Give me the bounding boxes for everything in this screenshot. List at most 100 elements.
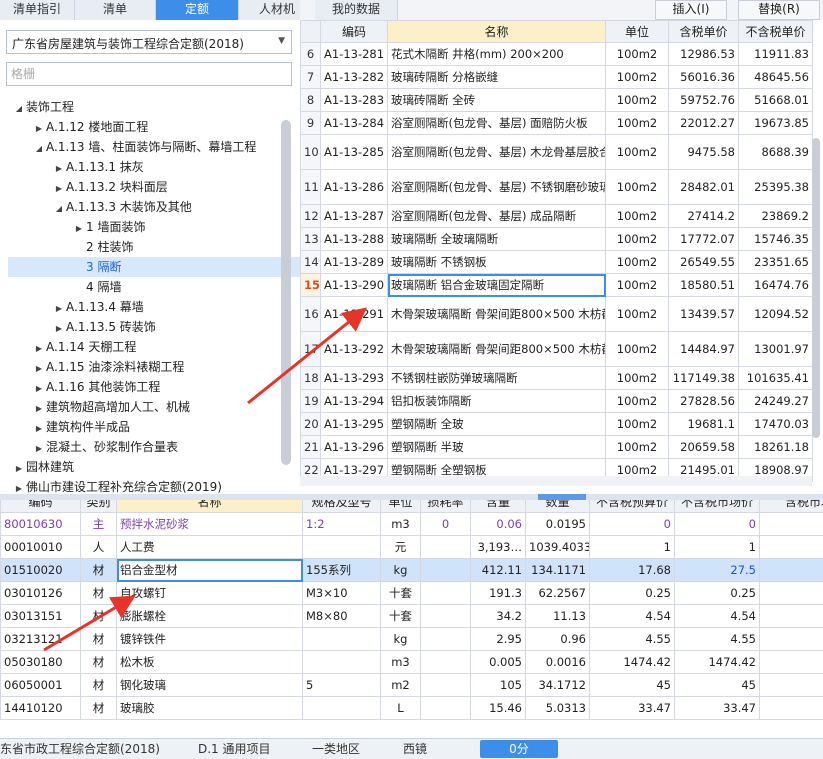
res-header-tax-market[interactable]: 含税市场价 bbox=[760, 500, 823, 513]
res-header-unit[interactable]: 单位 bbox=[381, 500, 421, 513]
replace-button[interactable]: 替换(R) bbox=[738, 0, 820, 20]
quota-row[interactable]: 9A1-13-284浴室厕隔断(包龙骨、基层) 面赔防火板100m222012.… bbox=[301, 112, 813, 135]
quota-row[interactable]: 19A1-13-294铝扣板装饰隔断100m227828.5624249.27 bbox=[301, 390, 813, 413]
tree-node-label: 4 隔墙 bbox=[86, 280, 121, 294]
chevron-down-icon[interactable]: ▼ bbox=[278, 36, 285, 46]
res-header-market[interactable]: 不含税市场价 bbox=[675, 500, 760, 513]
quota-row[interactable]: 17A1-13-292木骨架玻璃隔断 骨架间距800×500 木枋截面45×32… bbox=[301, 332, 813, 367]
price-with-tax: 27828.56 bbox=[669, 390, 739, 413]
tree-node[interactable]: 3 隔断 bbox=[8, 257, 342, 277]
tree-node[interactable]: ▶A.1.13.5 砖装饰 bbox=[52, 317, 156, 337]
search-input[interactable] bbox=[6, 62, 292, 86]
header-unit[interactable]: 单位 bbox=[606, 21, 669, 43]
expand-icon[interactable]: ▶ bbox=[32, 439, 46, 459]
res-header-name[interactable]: 名称 bbox=[117, 500, 303, 513]
resource-market: 33.47 bbox=[675, 697, 760, 720]
expand-icon[interactable]: ▶ bbox=[72, 219, 86, 239]
tree-node[interactable]: ▶A.1.15 油漆涂料裱糊工程 bbox=[32, 357, 184, 377]
tab-quota[interactable]: 定额 bbox=[156, 0, 239, 20]
tree-node[interactable]: 2 柱装饰 bbox=[72, 237, 133, 257]
header-price-without-tax[interactable]: 不含税单价 bbox=[739, 21, 813, 43]
res-header-loss[interactable]: 损耗率 bbox=[421, 500, 471, 513]
tree-node[interactable]: ▶A.1.13.2 块料面层 bbox=[52, 177, 168, 197]
resource-row[interactable]: 05030180材松木板m30.0050.00161474.421474.421… bbox=[1, 651, 823, 674]
collapse-icon[interactable]: ◢ bbox=[32, 139, 46, 159]
tree-node[interactable]: ▶A.1.13.1 抹灰 bbox=[52, 157, 144, 177]
expand-icon[interactable]: ▶ bbox=[32, 419, 46, 439]
quota-row[interactable]: 15A1-13-290玻璃隔断 铝合金玻璃固定隔断100m218580.5116… bbox=[301, 274, 813, 297]
tree-node[interactable]: ▶A.1.14 天棚工程 bbox=[32, 337, 136, 357]
tab-bill[interactable]: 清单 bbox=[75, 0, 156, 20]
res-header-category[interactable]: 类别 bbox=[81, 500, 117, 513]
resource-row[interactable]: 01510020材铝合金型材155系列kg412.11134.117117.68… bbox=[1, 559, 823, 582]
quota-row[interactable]: 16A1-13-291木骨架玻璃隔断 骨架间距800×500 木枋截面45×60… bbox=[301, 297, 813, 332]
quota-row[interactable]: 6A1-13-281花式木隔断 井格(mm) 200×200100m212986… bbox=[301, 43, 813, 66]
tree-node-label: A.1.13.3 木装饰及其他 bbox=[66, 200, 192, 214]
quota-row[interactable]: 10A1-13-285浴室厕隔断(包龙骨、基层) 木龙骨基层胶合板板面100m2… bbox=[301, 135, 813, 170]
tree-node[interactable]: ▶A.1.16 其他装饰工程 bbox=[32, 377, 160, 397]
res-header-qty[interactable]: 含量 bbox=[471, 500, 526, 513]
res-header-spec[interactable]: 规格及型号 bbox=[303, 500, 381, 513]
res-header-amount[interactable]: 数量 bbox=[526, 500, 590, 513]
expand-icon[interactable]: ▶ bbox=[52, 159, 66, 179]
tree-node[interactable]: ▶A.1.13.4 幕墙 bbox=[52, 297, 144, 317]
expand-icon[interactable]: ▶ bbox=[52, 179, 66, 199]
tree-node[interactable]: ▶建筑物超高增加人工、机械 bbox=[32, 397, 190, 417]
quota-row[interactable]: 18A1-13-293不锈钢柱嵌防弹玻璃隔断100m2117149.381016… bbox=[301, 367, 813, 390]
resource-unit: kg bbox=[381, 559, 421, 582]
resource-name: 松木板 bbox=[117, 651, 303, 674]
resource-row[interactable]: 03013151材膨胀螺栓M8×80十套34.211.134.544.545 bbox=[1, 605, 823, 628]
expand-icon[interactable]: ▶ bbox=[32, 119, 46, 139]
tree-node[interactable]: ▶1 墙面装饰 bbox=[72, 217, 145, 237]
insert-button[interactable]: 插入(I) bbox=[655, 0, 727, 20]
quota-row[interactable]: 13A1-13-288玻璃隔断 全玻璃隔断100m217772.0715746.… bbox=[301, 228, 813, 251]
tab-bill-guide[interactable]: 清单指引 bbox=[0, 0, 75, 20]
header-price-with-tax[interactable]: 含税单价 bbox=[669, 21, 739, 43]
resource-row[interactable]: 06050001材钢化玻璃5m210534.1712454552 bbox=[1, 674, 823, 697]
expand-icon[interactable]: ▶ bbox=[52, 299, 66, 319]
collapse-icon[interactable]: ◢ bbox=[52, 199, 66, 219]
resource-row[interactable]: 14410120材玻璃胶L15.465.031333.4733.47 bbox=[1, 697, 823, 720]
expand-icon[interactable]: ▶ bbox=[52, 319, 66, 339]
tab-my-data[interactable]: 我的数据 bbox=[315, 0, 398, 20]
tree-node[interactable]: ▶建筑构件半成品 bbox=[32, 417, 130, 437]
resource-name[interactable]: 铝合金型材 bbox=[117, 559, 303, 582]
tree-node[interactable]: ◢装饰工程 bbox=[12, 97, 74, 117]
right-scrollbar[interactable] bbox=[812, 138, 820, 438]
header-name[interactable]: 名称 bbox=[388, 21, 606, 43]
quota-row[interactable]: 20A1-13-295塑钢隔断 全玻100m219681.117470.03 bbox=[301, 413, 813, 436]
collapse-icon[interactable]: ◢ bbox=[12, 99, 26, 119]
tree-node[interactable]: ▶园林建筑 bbox=[12, 457, 74, 477]
resource-row[interactable]: 00010010人人工费元3,193…1039.403311 bbox=[1, 536, 823, 559]
expand-icon[interactable]: ▶ bbox=[12, 459, 26, 479]
quota-row[interactable]: 7A1-13-282玻璃砖隔断 分格嵌缝100m256016.3648645.5… bbox=[301, 66, 813, 89]
res-header-code[interactable]: 编码 bbox=[1, 500, 81, 513]
quota-row[interactable]: 21A1-13-296塑钢隔断 半玻100m220659.5818261.18 bbox=[301, 436, 813, 459]
resource-code: 03010126 bbox=[1, 582, 81, 605]
left-scrollbar[interactable] bbox=[281, 120, 291, 465]
quota-unit: 100m2 bbox=[606, 43, 669, 66]
quota-name: 玻璃隔断 全玻璃隔断 bbox=[388, 228, 606, 251]
horizontal-scrollbar[interactable] bbox=[300, 476, 812, 486]
tree-node[interactable]: ▶混凝土、砂浆制作合量表 bbox=[32, 437, 178, 457]
score-button[interactable]: 0分 bbox=[480, 740, 558, 758]
tree-node[interactable]: ◢A.1.13.3 木装饰及其他 bbox=[52, 197, 192, 217]
resource-row[interactable]: 80010630主预拌水泥砂浆1:2m300.060.019500 bbox=[1, 513, 823, 536]
tree-node[interactable]: ▶A.1.12 楼地面工程 bbox=[32, 117, 148, 137]
expand-icon[interactable]: ▶ bbox=[32, 339, 46, 359]
expand-icon[interactable]: ▶ bbox=[32, 379, 46, 399]
expand-icon[interactable]: ▶ bbox=[32, 359, 46, 379]
res-header-budget[interactable]: 不含税预算价 bbox=[590, 500, 675, 513]
tree-node[interactable]: ◢A.1.13 墙、柱面装饰与隔断、幕墙工程 bbox=[32, 137, 256, 157]
resource-row[interactable]: 03213121材镀锌铁件kg2.950.964.554.555 bbox=[1, 628, 823, 651]
quota-library-select[interactable]: 广东省房屋建筑与装饰工程综合定额(2018) ▼ bbox=[6, 30, 292, 54]
resource-row[interactable]: 03010126材自攻螺钉M3×10十套191.362.25670.250.25… bbox=[1, 582, 823, 605]
tree-node[interactable]: 4 隔墙 bbox=[72, 277, 121, 297]
quota-row[interactable]: 11A1-13-286浴室厕隔断(包龙骨、基层) 不锈钢磨砂玻璃100m2284… bbox=[301, 170, 813, 205]
quota-row[interactable]: 14A1-13-289玻璃隔断 不锈钢板100m226549.5523351.6… bbox=[301, 251, 813, 274]
header-code[interactable]: 编码 bbox=[321, 21, 388, 43]
resource-tax bbox=[760, 513, 823, 536]
expand-icon[interactable]: ▶ bbox=[32, 399, 46, 419]
quota-row[interactable]: 8A1-13-283玻璃砖隔断 全砖100m259752.7651668.01 bbox=[301, 89, 813, 112]
quota-row[interactable]: 12A1-13-287浴室厕隔断(包龙骨、基层) 成品隔断100m227414.… bbox=[301, 205, 813, 228]
